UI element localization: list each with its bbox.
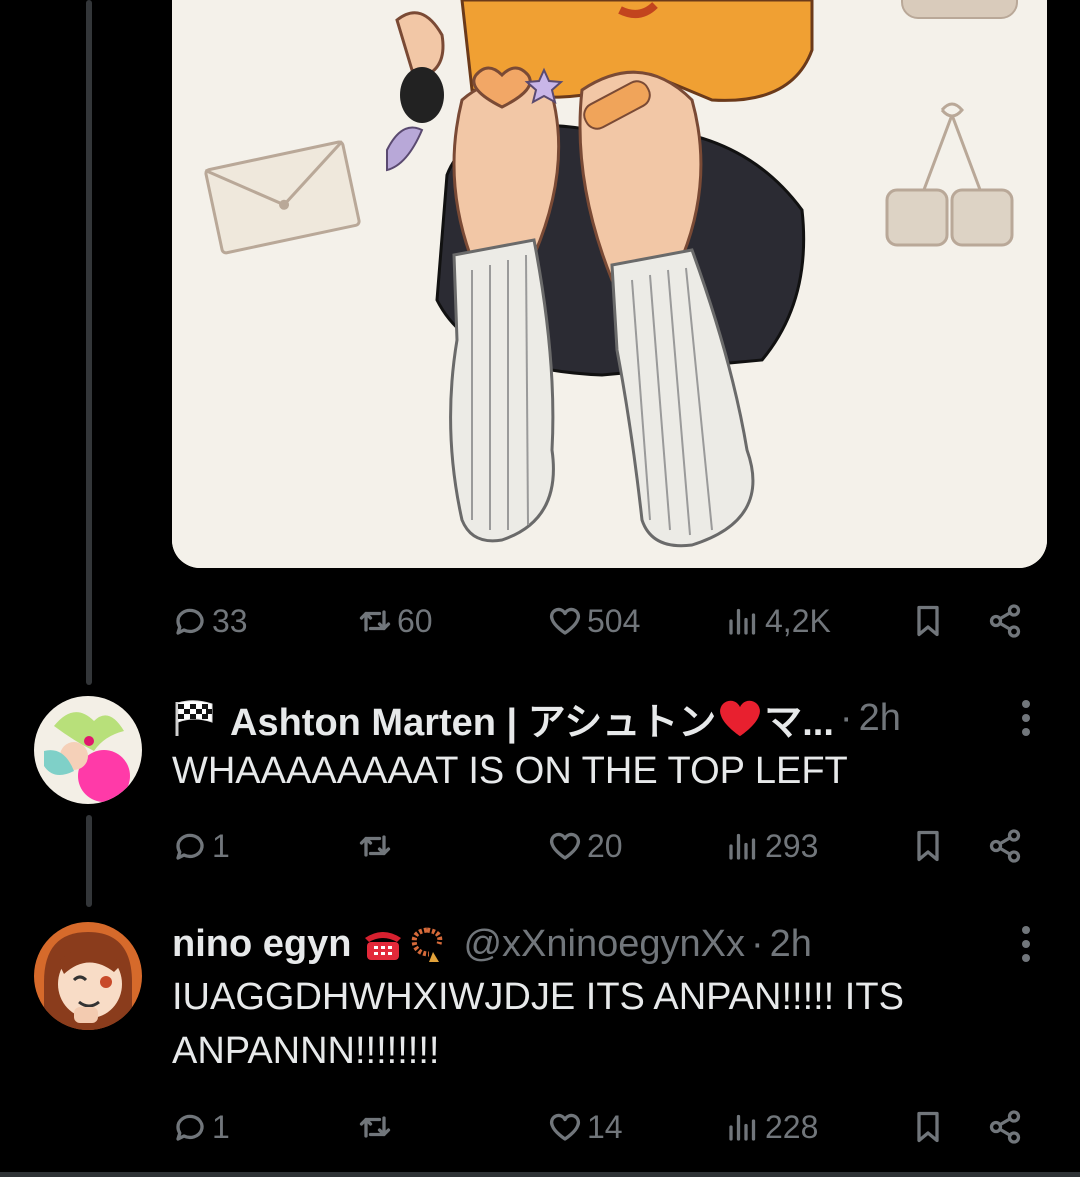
divider — [0, 1172, 1080, 1177]
bookmark-button[interactable] — [910, 595, 946, 647]
display-name-suffix[interactable]: マ... — [764, 691, 834, 746]
post-action-bar: 33 60 504 4,2K — [172, 595, 1032, 647]
thread-line-middle — [86, 815, 92, 907]
reply-action-bar: 1 14 228 — [172, 1101, 1032, 1153]
more-icon-dot — [1022, 940, 1030, 948]
bookmark-icon — [917, 1111, 939, 1143]
bookmark-icon — [917, 830, 939, 862]
views-icon — [729, 1114, 756, 1141]
share-icon — [989, 1110, 1021, 1144]
reply-count: 1 — [212, 827, 230, 864]
user-handle[interactable]: @xXninoegynXx — [463, 923, 745, 966]
like-count: 504 — [587, 602, 641, 639]
repost-button[interactable] — [357, 820, 393, 872]
bookmark-button[interactable] — [910, 1101, 946, 1153]
red-heart-icon — [720, 700, 761, 737]
view-count: 293 — [765, 827, 819, 864]
repost-icon — [359, 835, 391, 857]
display-name[interactable]: Ashton Marten | アシュトン — [230, 691, 716, 746]
views-button[interactable]: 4,2K — [725, 595, 831, 647]
share-button[interactable] — [987, 1101, 1023, 1153]
more-icon-dot — [1022, 728, 1030, 736]
reply-header: nino egyn @xXninoegynXx · 2h — [172, 919, 812, 969]
reply-header: Ashton Marten | アシュトン マ... · 2h — [172, 691, 901, 746]
view-count: 4,2K — [765, 602, 831, 639]
post-media-image[interactable] — [172, 0, 1047, 568]
like-button[interactable]: 14 — [547, 1101, 623, 1153]
share-icon — [989, 604, 1021, 638]
like-count: 14 — [587, 1108, 623, 1145]
repost-icon — [359, 610, 391, 632]
reply-action-bar: 1 20 293 — [172, 820, 1032, 872]
thread-line-top — [86, 0, 92, 685]
illustration — [172, 0, 1047, 568]
bookmark-button[interactable] — [910, 820, 946, 872]
like-count: 20 — [587, 827, 623, 864]
views-button[interactable]: 228 — [725, 1101, 818, 1153]
more-icon-dot — [1022, 700, 1030, 708]
reply-text: IUAGGDHWHXIWJDJE ITS ANPAN!!!!! ITS ANPA… — [172, 976, 904, 1072]
more-options-button[interactable] — [1016, 919, 1036, 969]
reply-text: WHAAAAAAAAT IS ON THE TOP LEFT — [172, 750, 848, 792]
share-icon — [989, 829, 1021, 863]
reply-button[interactable]: 1 — [172, 820, 230, 872]
views-icon — [729, 608, 756, 635]
view-count: 228 — [765, 1108, 819, 1145]
more-icon-dot — [1022, 926, 1030, 934]
avatar[interactable] — [34, 922, 142, 1030]
more-icon-dot — [1022, 714, 1030, 722]
timestamp[interactable]: 2h — [770, 923, 812, 966]
reply-count: 33 — [212, 602, 248, 639]
repost-count: 60 — [397, 602, 433, 639]
heart-icon — [549, 607, 581, 635]
more-icon-dot — [1022, 954, 1030, 962]
heart-icon — [549, 1113, 581, 1141]
bookmark-icon — [917, 605, 939, 637]
reply-icon — [176, 833, 204, 860]
reply-button[interactable]: 33 — [172, 595, 248, 647]
repost-icon — [359, 1116, 391, 1138]
reply-icon — [176, 608, 204, 635]
repost-button[interactable] — [357, 1101, 393, 1153]
prayer-beads-icon — [412, 927, 443, 962]
share-button[interactable] — [987, 820, 1023, 872]
more-options-button[interactable] — [1016, 693, 1036, 743]
avatar-image — [34, 696, 142, 804]
like-button[interactable]: 504 — [547, 595, 640, 647]
reply-button[interactable]: 1 — [172, 1101, 230, 1153]
repost-button[interactable]: 60 — [357, 595, 433, 647]
like-button[interactable]: 20 — [547, 820, 623, 872]
timestamp[interactable]: 2h — [859, 697, 901, 740]
separator-dot: · — [839, 696, 853, 739]
share-button[interactable] — [987, 595, 1023, 647]
telephone-icon — [365, 932, 402, 960]
avatar[interactable] — [34, 696, 142, 804]
heart-icon — [549, 832, 581, 860]
views-button[interactable]: 293 — [725, 820, 818, 872]
separator-dot: · — [750, 922, 764, 965]
views-icon — [729, 833, 756, 860]
reply-count: 1 — [212, 1108, 230, 1145]
avatar-image — [34, 922, 142, 1030]
checkered-flag-icon — [175, 700, 213, 736]
reply-icon — [176, 1114, 204, 1141]
display-name[interactable]: nino egyn — [172, 923, 351, 966]
